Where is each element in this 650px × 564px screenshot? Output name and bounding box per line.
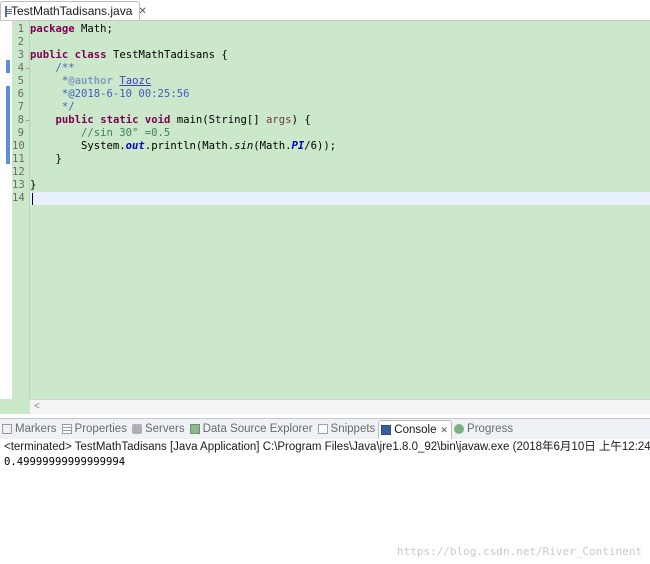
code-text: Math; bbox=[74, 23, 113, 35]
line-number: 8 bbox=[17, 114, 24, 126]
code-editor[interactable]: 1 2 3 4 5 6 7 8 9 10 11 12 13 14 − − pac… bbox=[0, 21, 650, 414]
tab-label: Servers bbox=[144, 423, 185, 435]
code-line: public class TestMathTadisans { bbox=[30, 49, 650, 62]
parameter: args bbox=[266, 114, 292, 126]
code-text: /6)); bbox=[304, 140, 337, 152]
code-text-area[interactable]: package Math; public class TestMathTadis… bbox=[30, 21, 650, 399]
console-status-line: <terminated> TestMathTadisans [Java Appl… bbox=[4, 441, 650, 453]
code-line: public static void main(String[] args) { bbox=[30, 114, 650, 127]
line-number: 1 bbox=[17, 23, 24, 35]
console-view[interactable]: <terminated> TestMathTadisans [Java Appl… bbox=[0, 439, 650, 564]
code-text: .println(Math. bbox=[144, 140, 235, 152]
line-number: 13 bbox=[12, 179, 25, 191]
tab-label: Properties bbox=[74, 423, 127, 435]
line-number: 12 bbox=[12, 166, 25, 178]
tab-label: Console bbox=[394, 424, 437, 436]
editor-tab-bar: TestMathTadisans.java ✕ bbox=[0, 0, 650, 21]
tab-properties[interactable]: Properties bbox=[60, 420, 130, 438]
markers-icon bbox=[2, 424, 12, 434]
watermark: https://blog.csdn.net/River_Continent bbox=[396, 545, 642, 558]
line-number: 3 bbox=[17, 49, 24, 61]
tab-console[interactable]: Console ✕ bbox=[378, 419, 453, 440]
change-marker bbox=[6, 60, 10, 73]
fold-collapse-icon[interactable]: − bbox=[25, 62, 30, 75]
code-line: System.out.println(Math.sin(Math.PI/6)); bbox=[30, 140, 650, 153]
close-icon[interactable]: ✕ bbox=[138, 6, 146, 17]
progress-icon bbox=[454, 424, 465, 434]
text-caret bbox=[32, 193, 33, 205]
console-icon bbox=[381, 425, 392, 435]
code-text: System. bbox=[30, 140, 126, 152]
tab-label: Markers bbox=[15, 423, 57, 435]
line-number: 14 bbox=[12, 192, 25, 204]
javadoc-link[interactable]: Taozc bbox=[119, 75, 151, 87]
line-number: 5 bbox=[17, 75, 24, 87]
java-file-icon bbox=[5, 5, 12, 17]
code-line: } bbox=[30, 153, 62, 165]
static-method: sin bbox=[234, 140, 254, 152]
static-field: out bbox=[125, 140, 145, 152]
tab-data-source-explorer[interactable]: Data Source Explorer bbox=[188, 420, 316, 438]
line-number: 11 bbox=[12, 153, 25, 165]
code-line: } bbox=[30, 179, 37, 191]
code-line: /** bbox=[30, 62, 75, 74]
horizontal-scrollbar[interactable]: < bbox=[30, 399, 650, 414]
code-line: //sin 30° =0.5 bbox=[30, 127, 171, 139]
javadoc-tag: @author bbox=[68, 75, 113, 87]
tab-snippets[interactable]: Snippets bbox=[316, 420, 379, 438]
snippets-icon bbox=[317, 424, 328, 434]
code-text: TestMathTadisans { bbox=[106, 49, 228, 61]
keyword: public bbox=[30, 49, 69, 61]
keyword: public bbox=[55, 114, 94, 126]
console-output: 0.49999999999999994 bbox=[4, 456, 126, 468]
properties-icon bbox=[61, 424, 72, 434]
editor-tab-testmathtadisans[interactable]: TestMathTadisans.java ✕ bbox=[0, 1, 147, 20]
line-number: 10 bbox=[12, 140, 25, 152]
code-line: */ bbox=[30, 101, 75, 113]
servers-icon bbox=[131, 424, 142, 434]
line-number: 6 bbox=[17, 88, 24, 100]
change-marker bbox=[6, 86, 10, 164]
javadoc-text: * bbox=[30, 75, 69, 87]
line-number: 2 bbox=[17, 36, 24, 48]
tab-label: Data Source Explorer bbox=[202, 423, 313, 435]
code-text: ) { bbox=[291, 114, 311, 126]
close-icon[interactable]: ✕ bbox=[441, 425, 449, 436]
code-line: *@2018-6-10 00:25:56 bbox=[30, 88, 190, 100]
tab-markers[interactable]: Markers bbox=[0, 420, 60, 438]
keyword: static bbox=[100, 114, 139, 126]
overview-gutter bbox=[0, 21, 12, 399]
code-text: (Math. bbox=[253, 140, 292, 152]
line-number: 4 bbox=[17, 62, 24, 74]
bottom-panel-tab-bar: Markers Properties Servers Data Source E… bbox=[0, 418, 650, 440]
keyword: package bbox=[30, 23, 75, 35]
code-line: *@author Taozc bbox=[30, 75, 650, 88]
tab-label: Progress bbox=[467, 423, 514, 435]
code-text: main(String[] bbox=[170, 114, 267, 126]
datasource-icon bbox=[189, 424, 200, 434]
line-number: 7 bbox=[17, 101, 24, 113]
tab-servers[interactable]: Servers bbox=[130, 420, 188, 438]
line-number-ruler: 1 2 3 4 5 6 7 8 9 10 11 12 13 14 − − bbox=[12, 21, 30, 399]
static-field: PI bbox=[291, 140, 305, 152]
fold-collapse-icon[interactable]: − bbox=[25, 114, 30, 127]
tab-label: Snippets bbox=[330, 423, 376, 435]
editor-tab-title: TestMathTadisans.java bbox=[11, 4, 133, 18]
code-line: package Math; bbox=[30, 23, 650, 36]
keyword: void bbox=[144, 114, 171, 126]
tab-progress[interactable]: Progress bbox=[452, 420, 516, 438]
scroll-left-icon[interactable]: < bbox=[34, 400, 40, 414]
line-number: 9 bbox=[17, 127, 24, 139]
keyword: class bbox=[74, 49, 107, 61]
